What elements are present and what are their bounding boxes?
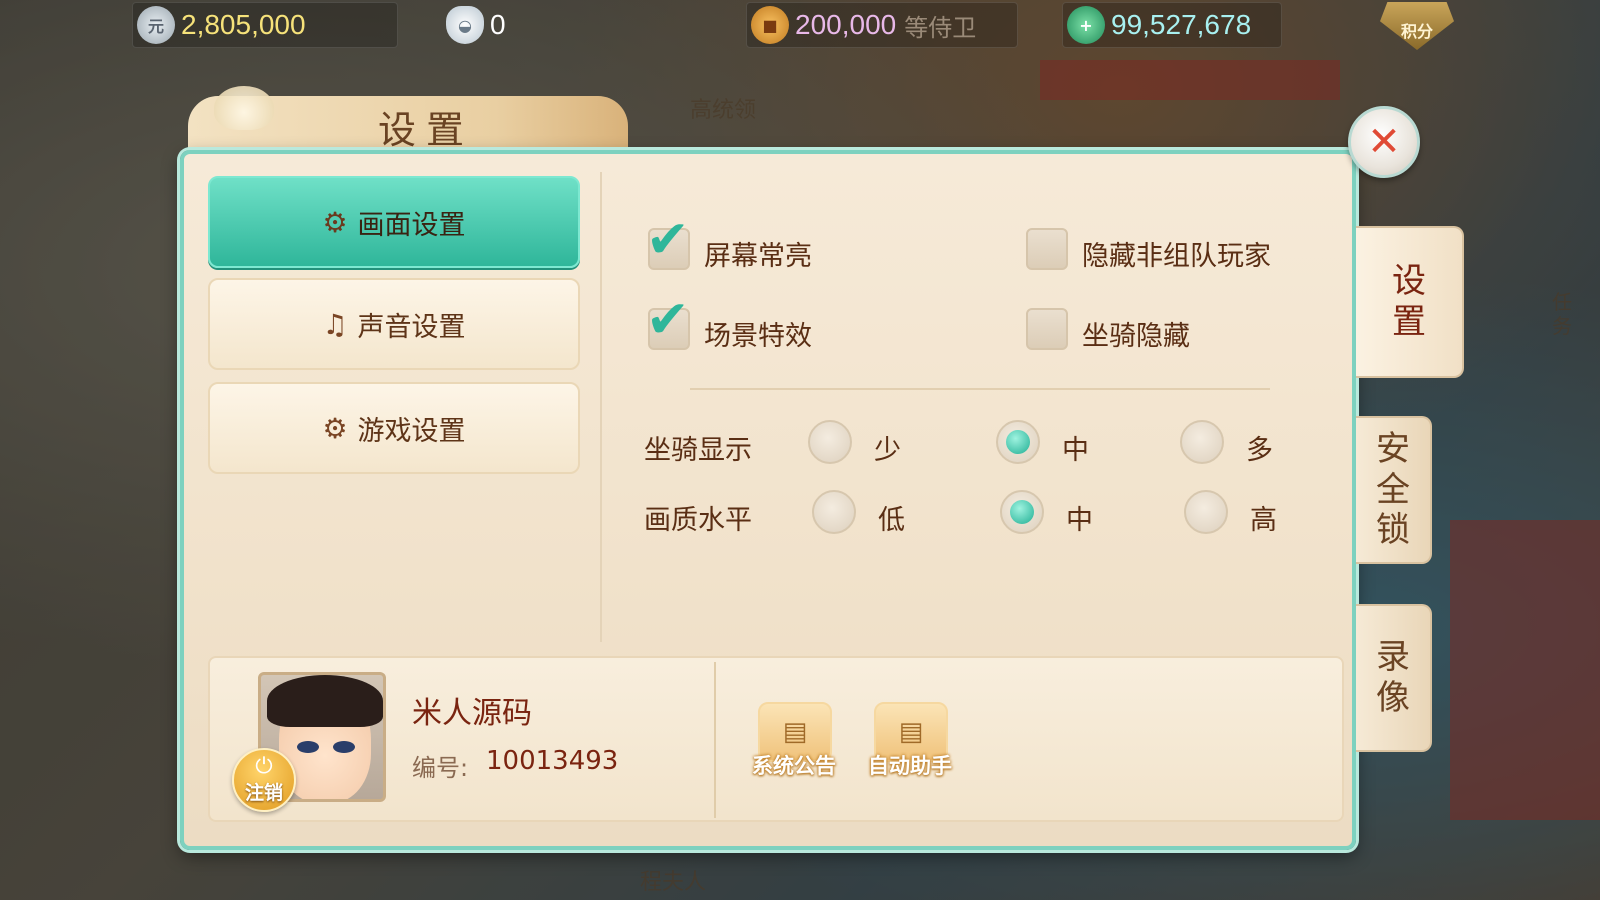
player-id: 10013493 xyxy=(486,746,619,776)
menu-game-settings[interactable]: ⚙ 游戏设置 xyxy=(208,382,580,474)
menu-display-settings[interactable]: ⚙ 画面设置 xyxy=(208,176,580,268)
checkbox-label: 坐骑隐藏 xyxy=(1082,321,1190,352)
system-notice-button[interactable]: ▤ 系统公告 xyxy=(744,702,844,788)
radio-label: 低 xyxy=(878,505,905,536)
checkmark-icon: ✔ xyxy=(646,290,690,350)
auto-assistant-button[interactable]: ▤ 自动助手 xyxy=(860,702,960,788)
menu-label: 游戏设置 xyxy=(357,415,466,447)
logout-label: 注销 xyxy=(244,781,283,804)
side-tab-settings[interactable]: 设置 xyxy=(1356,226,1464,378)
mount-display-label: 坐骑显示 xyxy=(644,435,752,466)
panel-title: 设置 xyxy=(378,107,475,152)
radio-label: 少 xyxy=(874,435,901,466)
npc-name-label: 高统领 xyxy=(690,98,757,123)
side-tab-label: 安全锁 xyxy=(1376,428,1410,551)
settings-menu: ⚙ 画面设置 ♫ 声音设置 ⚙ 游戏设置 xyxy=(208,172,602,642)
ingot-amount: 0 xyxy=(490,9,506,40)
side-tab-security-lock[interactable]: 安全锁 xyxy=(1356,416,1432,564)
radio-quality-high[interactable] xyxy=(1184,490,1228,534)
radio-label: 中 xyxy=(1062,435,1089,466)
checkbox-hide-mount[interactable] xyxy=(1026,308,1068,350)
copper-amount: 200,000 xyxy=(795,9,897,40)
checkbox-hide-non-party[interactable] xyxy=(1026,228,1068,270)
silver-amount: 2,805,000 xyxy=(181,9,306,40)
player-name: 米人源码 xyxy=(412,696,532,731)
checkbox-scene-effects[interactable]: ✔ xyxy=(646,294,690,350)
avatar-eye xyxy=(297,741,319,753)
radio-selected-dot xyxy=(1006,430,1030,454)
npc-name-label: 程夫人 xyxy=(640,870,707,895)
side-tab-recording[interactable]: 录像 xyxy=(1356,604,1432,752)
avatar-hair xyxy=(267,675,383,727)
menu-label: 声音设置 xyxy=(357,311,466,343)
radio-mount-medium[interactable] xyxy=(996,420,1040,464)
jade-add-icon[interactable]: + xyxy=(1067,6,1105,44)
menu-label: 画面设置 xyxy=(357,209,466,241)
points-badge-label: 积分 xyxy=(1400,22,1433,41)
jade-amount: 99,527,678 xyxy=(1111,9,1252,40)
radio-quality-medium[interactable] xyxy=(1000,490,1044,534)
side-tab-label: 录像 xyxy=(1376,637,1410,718)
menu-sound-settings[interactable]: ♫ 声音设置 xyxy=(208,278,580,370)
radio-label: 高 xyxy=(1250,505,1277,536)
silver-currency: 元 2,805,000 xyxy=(132,2,398,48)
close-icon: ✕ xyxy=(1367,119,1401,165)
radio-quality-low[interactable] xyxy=(812,490,856,534)
player-id-label: 编号: xyxy=(412,754,469,782)
section-divider xyxy=(714,662,716,818)
silver-coin-icon: 元 xyxy=(137,6,175,44)
close-button[interactable]: ✕ xyxy=(1348,106,1420,178)
gear-icon: ⚙ xyxy=(322,205,348,239)
copper-sub-label: 等侍卫 xyxy=(904,13,977,42)
copper-currency: ■ 200,000 等侍卫 xyxy=(746,2,1018,48)
checkbox-label: 场景特效 xyxy=(704,321,812,352)
radio-selected-dot xyxy=(1010,500,1034,524)
function-label: 系统公告 xyxy=(752,754,836,778)
checkbox-label: 隐藏非组队玩家 xyxy=(1082,241,1271,272)
quest-side-label: 任务 xyxy=(1552,290,1572,338)
logout-button[interactable]: ⏻ 注销 xyxy=(232,748,296,812)
radio-mount-many[interactable] xyxy=(1180,420,1224,464)
music-note-icon: ♫ xyxy=(322,307,348,341)
power-icon: ⏻ xyxy=(255,753,273,779)
checkmark-icon: ✔ xyxy=(646,210,690,270)
radio-label: 多 xyxy=(1246,435,1273,466)
checkbox-label: 屏幕常亮 xyxy=(704,241,812,272)
background-building xyxy=(1450,520,1600,820)
gears-icon: ⚙ xyxy=(322,411,348,445)
quality-level-label: 画质水平 xyxy=(644,505,752,536)
currency-bar: 元 2,805,000 ◒ 0 ■ 200,000 等侍卫 + 99,527,6… xyxy=(0,0,1600,50)
copper-coin-icon: ■ xyxy=(751,6,789,44)
background-roof xyxy=(1040,60,1340,100)
points-badge-button[interactable]: 积分 xyxy=(1380,2,1454,50)
radio-mount-few[interactable] xyxy=(808,420,852,464)
function-label: 自动助手 xyxy=(868,754,952,778)
radio-label: 中 xyxy=(1066,505,1093,536)
checkbox-screen-always-on[interactable]: ✔ xyxy=(646,214,690,270)
side-tab-label: 设置 xyxy=(1392,261,1426,342)
silver-ingot-icon: ◒ xyxy=(446,6,484,44)
options-divider xyxy=(690,388,1270,390)
ingot-currency: ◒ 0 xyxy=(446,2,566,48)
jade-currency[interactable]: + 99,527,678 xyxy=(1062,2,1282,48)
avatar-eye xyxy=(333,741,355,753)
lotus-ornament-icon xyxy=(214,86,274,130)
